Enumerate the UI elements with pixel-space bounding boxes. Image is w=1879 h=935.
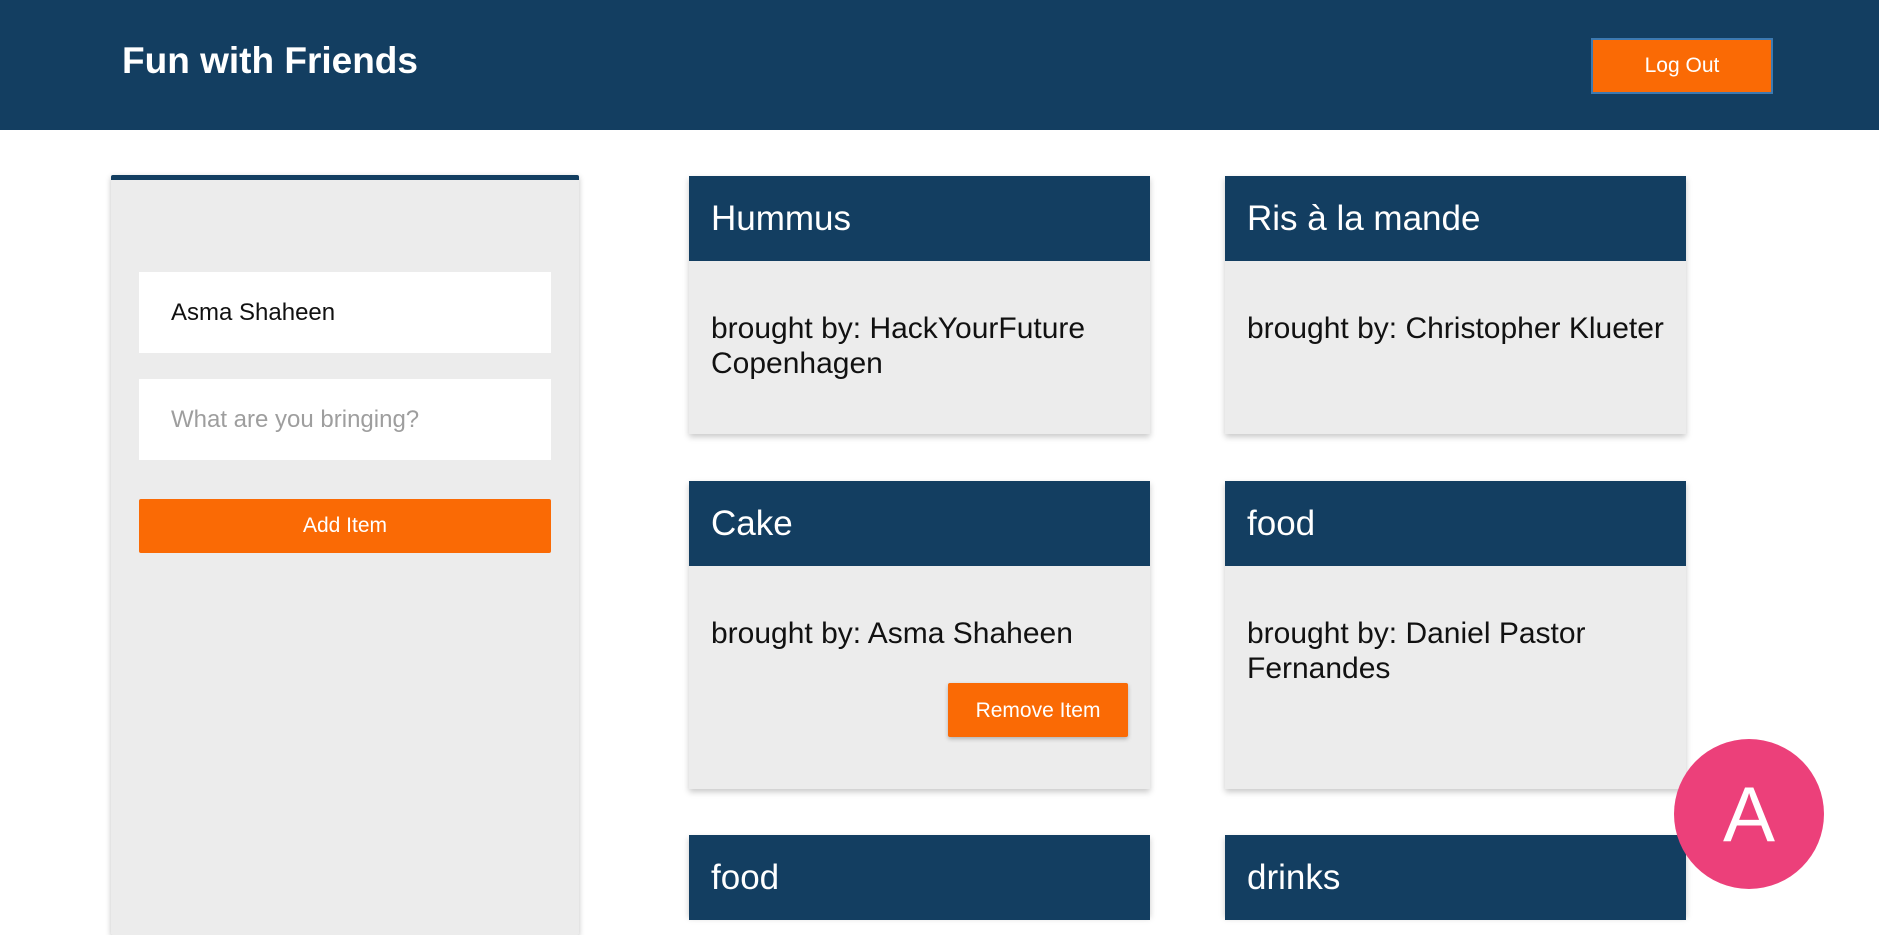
item-card: Ris à la mande brought by: Christopher K… [1225, 176, 1686, 434]
item-card: drinks [1225, 835, 1686, 920]
user-avatar[interactable]: A [1674, 739, 1824, 889]
remove-item-button[interactable]: Remove Item [948, 683, 1128, 737]
app-title: Fun with Friends [122, 40, 418, 81]
item-card: Cake brought by: Asma Shaheen Remove Ite… [689, 481, 1150, 789]
card-brought-by: brought by: Christopher Klueter [1247, 312, 1664, 345]
card-brought-by: brought by: HackYourFuture Copenhagen [711, 312, 1086, 380]
card-title: drinks [1225, 835, 1686, 920]
item-card: food brought by: Daniel Pastor Fernandes [1225, 481, 1686, 789]
add-item-button[interactable]: Add Item [139, 499, 551, 553]
app-header: Fun with Friends Log Out [0, 0, 1879, 130]
item-card: food [689, 835, 1150, 920]
card-title: Cake [689, 481, 1150, 566]
card-title: food [689, 835, 1150, 920]
name-input[interactable] [139, 272, 551, 353]
card-brought-by: brought by: Asma Shaheen Remove Item [689, 566, 1150, 737]
card-title: food [1225, 481, 1686, 566]
logout-button[interactable]: Log Out [1591, 38, 1773, 94]
card-title: Hummus [689, 176, 1150, 261]
card-brought-by: brought by: Daniel Pastor Fernandes [1247, 617, 1586, 685]
add-item-panel: Add Item [111, 175, 579, 935]
item-card: Hummus brought by: HackYourFuture Copenh… [689, 176, 1150, 434]
card-brought-by-text: brought by: Asma Shaheen [711, 617, 1073, 650]
card-title: Ris à la mande [1225, 176, 1686, 261]
item-input[interactable] [139, 379, 551, 460]
